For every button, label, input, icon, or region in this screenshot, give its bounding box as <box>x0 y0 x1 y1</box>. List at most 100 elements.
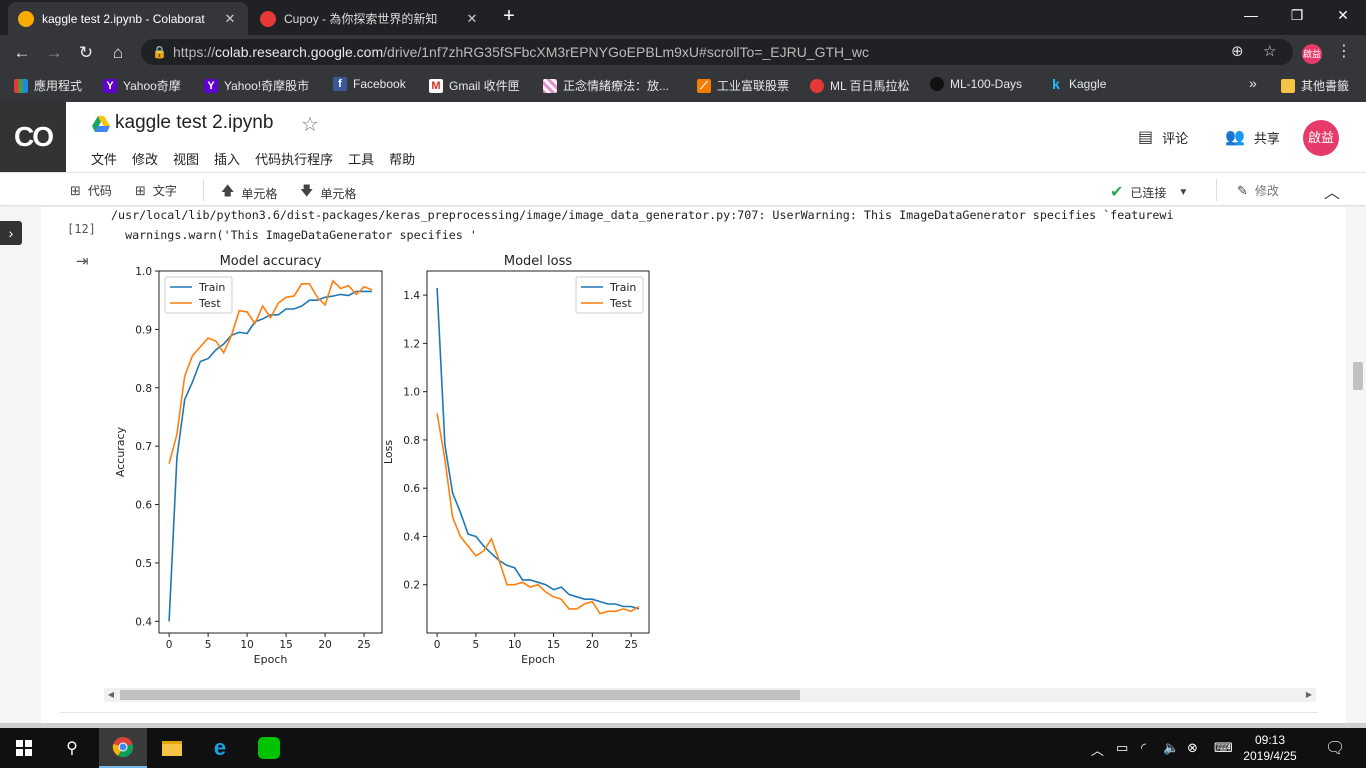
wifi-icon[interactable]: ◜ <box>1141 740 1146 756</box>
zoom-icon[interactable]: ⊕ <box>1231 39 1244 65</box>
volume-mute-icon[interactable]: 🔈 <box>1163 740 1179 756</box>
notebook-title[interactable]: kaggle test 2.ipynb <box>115 112 273 134</box>
search-button[interactable]: ⚲ <box>48 728 96 768</box>
people-icon: 👥 <box>1225 129 1245 146</box>
collapse-header-button[interactable]: ︿ <box>1324 179 1340 203</box>
y-tick-label: 0.4 <box>135 616 152 628</box>
bookmark-gmail[interactable]: M Gmail 收件匣 <box>429 77 520 94</box>
star-icon[interactable]: ☆ <box>301 112 319 137</box>
legend-label: Test <box>198 297 221 310</box>
bookmark-stock[interactable]: ⟋ 工业富联股票 <box>697 77 789 94</box>
bookmark-yahoo-stock[interactable]: Y Yahoo!奇摩股市 <box>204 77 309 94</box>
taskbar-line[interactable] <box>245 728 293 768</box>
x-axis-label: Epoch <box>521 653 555 665</box>
sidebar-toggle-button[interactable]: › <box>0 221 22 245</box>
comment-button[interactable]: ▤ 评论 <box>1138 127 1188 147</box>
google-drive-icon[interactable] <box>92 116 110 132</box>
notifications-icon[interactable]: 🗨 <box>1325 738 1345 758</box>
move-cell-up-button[interactable]: 🡅 单元格 <box>221 182 277 204</box>
menu-runtime[interactable]: 代码执行程序 <box>255 149 333 168</box>
folder-icon <box>162 740 182 756</box>
bookmark-github[interactable]: ML-100-Days <box>930 77 1022 91</box>
close-icon[interactable]: ✕ <box>464 11 480 27</box>
taskbar-ie[interactable]: e <box>196 728 244 768</box>
training-charts: Model accuracy 0 5 10 15 20 25 0.4 0.5 0.6 0.7 0.8 0… <box>114 254 650 665</box>
series-line-test <box>436 413 640 615</box>
menu-view[interactable]: 视图 <box>173 149 199 168</box>
tab-colab[interactable]: kaggle test 2.ipynb - Colaborat ✕ <box>8 2 248 35</box>
y-tick-label: 0.6 <box>135 500 152 512</box>
url-path: /drive/1nf7zhRG35fSFbcXM3rEPNYGoEPBLm9xU… <box>383 44 870 60</box>
share-button[interactable]: 👥 共享 <box>1225 127 1280 147</box>
pattern-icon <box>543 78 557 93</box>
home-button[interactable]: ⌂ <box>106 41 130 65</box>
horizontal-scrollbar[interactable]: ◀ ▶ <box>104 688 1316 702</box>
bookmark-yahoo[interactable]: Y Yahoo奇摩 <box>103 77 181 94</box>
runtime-status[interactable]: ✔ 已连接 ▼ <box>1110 182 1188 202</box>
menu-file[interactable]: 文件 <box>91 149 117 168</box>
minimize-button[interactable]: — <box>1228 0 1274 30</box>
tab-title: kaggle test 2.ipynb - Colaborat <box>42 11 205 26</box>
close-window-button[interactable]: ✕ <box>1320 0 1366 30</box>
tray-expand-icon[interactable]: ︿ <box>1091 740 1104 759</box>
bookmark-ml100[interactable]: ML 百日馬拉松 <box>810 77 910 94</box>
tab-title: Cupoy - 為你探索世界的新知 <box>284 12 438 26</box>
menu-tools[interactable]: 工具 <box>348 149 374 168</box>
arrow-up-icon: 🡅 <box>221 183 235 198</box>
x-tick-label: 5 <box>473 639 480 651</box>
bookmark-star-icon[interactable]: ☆ <box>1263 39 1276 65</box>
output-menu-icon[interactable]: ⇥ <box>76 252 89 270</box>
y-axis-label: Accuracy <box>114 426 127 477</box>
legend-label: Test <box>609 297 632 310</box>
tab-cupoy[interactable]: Cupoy - 為你探索世界的新知 ✕ <box>250 2 490 35</box>
move-cell-down-button[interactable]: 🡇 单元格 <box>300 182 356 204</box>
menu-edit[interactable]: 修改 <box>132 149 158 168</box>
edit-mode-button[interactable]: ✎ 修改 <box>1237 182 1279 199</box>
restore-button[interactable]: ❐ <box>1274 0 1320 30</box>
bookmark-mindfulness[interactable]: 正念情緒療法：放... <box>543 77 669 94</box>
chrome-menu-icon[interactable]: ⋮ <box>1336 41 1352 61</box>
menu-help[interactable]: 帮助 <box>389 149 415 168</box>
bookmarks-bar: 應用程式 Y Yahoo奇摩 Y Yahoo!奇摩股市 f Facebook M Gma… <box>0 70 1366 102</box>
system-clock[interactable]: 09:13 2019/4/25 <box>1238 732 1302 764</box>
input-method-icon[interactable]: ⌨ <box>1214 740 1233 756</box>
plus-box-icon: ⊞ <box>135 182 146 198</box>
cupoy-icon <box>260 10 276 27</box>
bookmark-kaggle[interactable]: k Kaggle <box>1049 77 1106 91</box>
reload-button[interactable]: ↻ <box>74 41 98 65</box>
plus-box-icon: ⊞ <box>70 182 81 198</box>
x-tick-label: 0 <box>166 639 173 651</box>
bookmark-facebook[interactable]: f Facebook <box>333 77 406 91</box>
menu-insert[interactable]: 插入 <box>214 149 240 168</box>
vertical-scrollbar-thumb[interactable] <box>1353 362 1363 390</box>
bookmarks-overflow[interactable]: » <box>1249 75 1257 91</box>
y-tick-label: 1.0 <box>403 387 420 399</box>
battery-icon[interactable]: ▭ <box>1116 740 1128 756</box>
taskbar-chrome[interactable] <box>99 728 147 768</box>
add-text-button[interactable]: ⊞ 文字 <box>135 182 177 199</box>
folder-icon <box>1281 78 1295 93</box>
colab-logo[interactable]: CO <box>0 102 66 172</box>
profile-avatar[interactable]: 啟益 <box>1302 44 1322 64</box>
account-avatar[interactable]: 啟益 <box>1303 120 1339 156</box>
new-tab-button[interactable]: + <box>498 6 520 28</box>
x-tick-label: 10 <box>508 639 521 651</box>
start-button[interactable] <box>0 728 48 768</box>
add-code-button[interactable]: ⊞ 代码 <box>70 182 112 199</box>
bookmark-other[interactable]: 其他書籤 <box>1281 77 1349 94</box>
y-tick-label: 0.5 <box>135 558 152 570</box>
line-app-icon <box>258 737 280 759</box>
scroll-left-icon[interactable]: ◀ <box>104 688 118 702</box>
back-button[interactable]: ← <box>10 41 34 65</box>
scroll-right-icon[interactable]: ▶ <box>1302 688 1316 702</box>
forward-button[interactable]: → <box>42 41 66 65</box>
colab-menu-bar: 文件 修改 视图 插入 代码执行程序 工具 帮助 <box>91 149 430 168</box>
scrollbar-thumb[interactable] <box>120 690 800 700</box>
bookmark-apps[interactable]: 應用程式 <box>14 77 82 94</box>
taskbar-explorer[interactable] <box>148 728 196 768</box>
dropdown-arrow-icon[interactable]: ▼ <box>1178 187 1188 198</box>
close-icon[interactable]: ✕ <box>222 11 238 27</box>
network-error-icon[interactable]: ⊗ <box>1187 740 1198 756</box>
address-bar[interactable]: 🔒 https://colab.research.google.com/driv… <box>141 39 1293 65</box>
x-tick-label: 20 <box>318 639 331 651</box>
